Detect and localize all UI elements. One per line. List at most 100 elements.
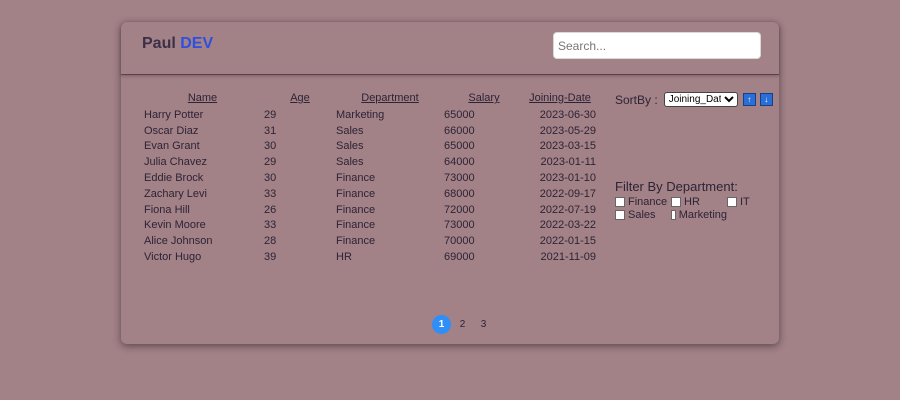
filter-option-sales[interactable]: Sales [615,209,671,221]
cell-age: 33 [264,187,277,200]
cell-age: 28 [264,235,277,248]
filter-option-finance[interactable]: Finance [615,196,671,208]
cell-department: Marketing [336,108,385,121]
cell-salary: 64000 [444,156,475,169]
column-header-age[interactable]: Age [264,90,336,107]
sort-ascending-button[interactable]: ↑ [742,93,756,106]
filter-option-it[interactable]: IT [727,196,767,208]
cell-salary: 68000 [444,187,475,200]
cell-salary: 65000 [444,108,475,121]
cell-name: Julia Chavez [144,156,207,169]
cell-department: Finance [336,203,376,216]
page-button-1[interactable]: 1 [432,315,451,334]
cell-name: Fiona Hill [144,203,190,216]
cell-department: Sales [336,124,364,137]
cell-age: 31 [264,124,277,137]
cell-age: 30 [264,172,277,185]
cell-name: Victor Hugo [144,251,202,264]
cell-joining-date: 2022-01-15 [539,235,596,248]
cell-age: 29 [264,108,277,121]
cell-name: Evan Grant [144,140,200,153]
column-header-joining-date[interactable]: Joining-Date [524,90,596,107]
cell-joining-date: 2023-01-11 [540,156,596,169]
filter-label: IT [740,196,750,208]
cell-age: 26 [264,203,277,216]
cell-name: Oscar Diaz [144,124,199,137]
cell-joining-date: 2022-03-22 [539,219,596,232]
pagination: 123 [432,315,495,334]
cell-salary: 73000 [444,219,475,232]
cell-joining-date: 2022-09-17 [539,187,596,200]
column-header-department[interactable]: Department [336,90,444,107]
cell-name: Eddie Brock [144,172,204,185]
cell-department: Finance [336,172,376,185]
sort-select[interactable]: Joining_Date [663,92,738,107]
filter-label: Marketing [678,209,727,221]
cell-name: Harry Potter [144,108,204,121]
cell-name: Alice Johnson [144,235,213,248]
filter-label: Sales [628,209,656,221]
sort-controls: SortBy : Joining_Date ↑ ↓ [615,92,773,107]
filter-checkbox-finance[interactable] [615,197,625,207]
cell-salary: 65000 [444,140,475,153]
table-row: Evan Grant 30 Sales 65000 2023-03-15 [141,139,596,155]
main-card: Paul DEV Name Age Department Salary Join… [121,22,779,344]
brand-second: DEV [180,35,214,52]
cell-name: Kevin Moore [144,219,206,232]
table-row: Harry Potter 29 Marketing 65000 2023-06-30 [141,107,596,123]
cell-joining-date: 2021-11-09 [540,251,596,264]
brand-logo: Paul DEV [142,35,213,53]
cell-department: Finance [336,219,376,232]
filter-option-hr[interactable]: HR [671,196,727,208]
cell-department: Finance [336,187,376,200]
cell-department: Sales [336,156,364,169]
cell-salary: 66000 [444,124,475,137]
column-header-salary[interactable]: Salary [444,90,524,107]
cell-department: Sales [336,140,364,153]
table-row: Fiona Hill 26 Finance 72000 2022-07-19 [141,202,596,218]
cell-salary: 70000 [444,235,475,248]
cell-joining-date: 2023-05-29 [539,124,596,137]
filter-title: Filter By Department: [615,179,738,194]
table-row: Kevin Moore 33 Finance 73000 2022-03-22 [141,218,596,234]
cell-salary: 69000 [444,251,475,264]
page-button-2[interactable]: 2 [453,315,472,334]
table-row: Victor Hugo 39 HR 69000 2021-11-09 [141,249,596,265]
filter-label: HR [684,196,700,208]
filter-checkbox-marketing[interactable] [671,210,676,220]
filter-label: Finance [628,196,668,208]
sort-label: SortBy : [615,92,658,107]
cell-age: 33 [264,219,277,232]
table-body: Harry Potter 29 Marketing 65000 2023-06-30 Os… [141,107,596,265]
cell-age: 29 [264,156,277,169]
cell-joining-date: 2023-03-15 [539,140,596,153]
table-row: Alice Johnson 28 Finance 70000 2022-01-15 [141,233,596,249]
header: Paul DEV [121,22,779,75]
filter-checkbox-sales[interactable] [615,210,625,220]
table-row: Eddie Brock 30 Finance 73000 2023-01-10 [141,170,596,186]
table-row: Julia Chavez 29 Sales 64000 2023-01-11 [141,154,596,170]
cell-department: HR [336,251,352,264]
cell-joining-date: 2023-06-30 [539,108,596,121]
table-header-row: Name Age Department Salary Joining-Date [141,90,596,107]
cell-joining-date: 2022-07-19 [539,203,596,216]
sort-descending-button[interactable]: ↓ [759,93,773,106]
cell-salary: 72000 [444,203,475,216]
cell-age: 30 [264,140,277,153]
employee-table: Name Age Department Salary Joining-Date … [141,90,596,265]
table-row: Zachary Levi 33 Finance 68000 2022-09-17 [141,186,596,202]
cell-name: Zachary Levi [144,187,207,200]
cell-joining-date: 2023-01-10 [539,172,596,185]
filter-option-marketing[interactable]: Marketing [671,209,727,221]
cell-salary: 73000 [444,172,475,185]
search-input[interactable] [553,32,761,59]
table-row: Oscar Diaz 31 Sales 66000 2023-05-29 [141,123,596,139]
filter-checkbox-it[interactable] [727,197,737,207]
cell-age: 39 [264,251,277,264]
department-filter: Filter By Department: Finance HR IT Sales Ma… [615,179,767,221]
filter-checkbox-hr[interactable] [671,197,681,207]
page-button-3[interactable]: 3 [474,315,493,334]
brand-first: Paul [142,35,176,52]
column-header-name[interactable]: Name [141,90,264,107]
cell-department: Finance [336,235,376,248]
